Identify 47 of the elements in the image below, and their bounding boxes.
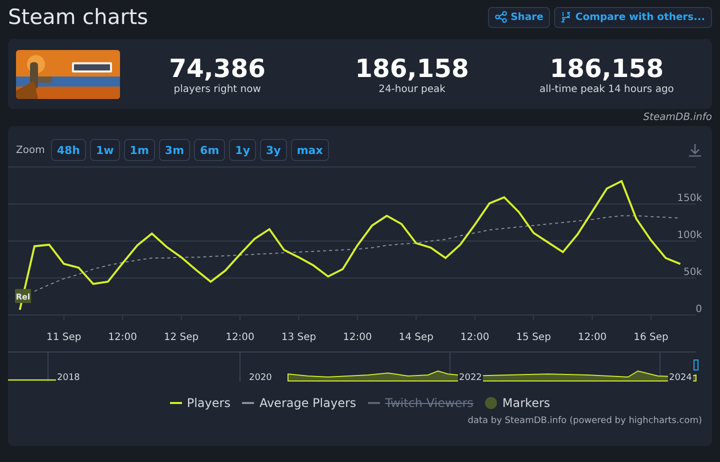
legend-item[interactable]: Players bbox=[170, 396, 230, 410]
stat-label: players right now bbox=[174, 84, 261, 94]
y-axis-label: 0 bbox=[696, 304, 702, 315]
year-label: 2022 bbox=[458, 373, 483, 383]
y-axis-label: 100k bbox=[677, 230, 702, 241]
year-label: 2018 bbox=[56, 373, 81, 383]
y-axis-label: 50k bbox=[683, 267, 702, 278]
zoom-button[interactable]: 1w bbox=[90, 139, 120, 161]
zoom-label: Zoom bbox=[16, 144, 45, 156]
fraction-icon bbox=[561, 11, 572, 23]
stat-value: 186,158 bbox=[550, 54, 664, 84]
release-flag[interactable]: Rel bbox=[15, 289, 31, 303]
stat-value: 74,386 bbox=[169, 54, 266, 84]
zoom-button[interactable]: 3m bbox=[158, 139, 190, 161]
header-button[interactable]: Share bbox=[488, 6, 550, 28]
y-axis-label: 150k bbox=[677, 193, 702, 204]
x-axis-label: 16 Sep bbox=[634, 332, 668, 343]
stat-value: 186,158 bbox=[355, 54, 469, 84]
share-icon bbox=[494, 11, 507, 23]
stat-label: all-time peak 14 hours ago bbox=[539, 84, 674, 94]
x-axis-label: 14 Sep bbox=[398, 332, 434, 343]
x-axis-label: 12:00 bbox=[460, 332, 490, 343]
chart-credits: data by SteamDB.info (powered by highcharts.com) bbox=[468, 416, 702, 426]
download-icon[interactable] bbox=[688, 143, 702, 157]
x-axis-label: 15 Sep bbox=[516, 332, 551, 343]
x-axis-label: 12:00 bbox=[343, 332, 372, 343]
year-label: 2024 bbox=[668, 373, 693, 383]
x-axis-label: 12 Sep bbox=[164, 332, 199, 343]
zoom-button[interactable]: 6m bbox=[194, 139, 226, 161]
x-axis-label: 12:00 bbox=[108, 332, 137, 343]
x-axis-label: 13 Sep bbox=[281, 332, 316, 343]
x-axis-label: 12:00 bbox=[226, 332, 254, 343]
zoom-button[interactable]: 1m bbox=[124, 139, 155, 161]
header-button[interactable]: Compare with others... bbox=[554, 6, 712, 28]
legend-item[interactable]: Average Players bbox=[242, 396, 356, 410]
legend-item[interactable]: Twitch Viewers bbox=[368, 396, 474, 410]
credit-text: SteamDB.info bbox=[643, 112, 712, 123]
zoom-button[interactable]: max bbox=[290, 139, 329, 161]
zoom-button[interactable]: 3y bbox=[260, 139, 287, 161]
x-axis-label: 12:00 bbox=[578, 332, 607, 343]
zoom-button[interactable]: 48h bbox=[50, 139, 86, 161]
legend-item[interactable]: Markers bbox=[485, 396, 550, 410]
stat-label: 24-hour peak bbox=[378, 84, 446, 94]
zoom-button[interactable]: 1y bbox=[229, 139, 256, 161]
page-title: Steam charts bbox=[8, 5, 148, 29]
year-label: 2020 bbox=[248, 373, 273, 383]
x-axis-label: 11 Sep bbox=[46, 332, 82, 343]
